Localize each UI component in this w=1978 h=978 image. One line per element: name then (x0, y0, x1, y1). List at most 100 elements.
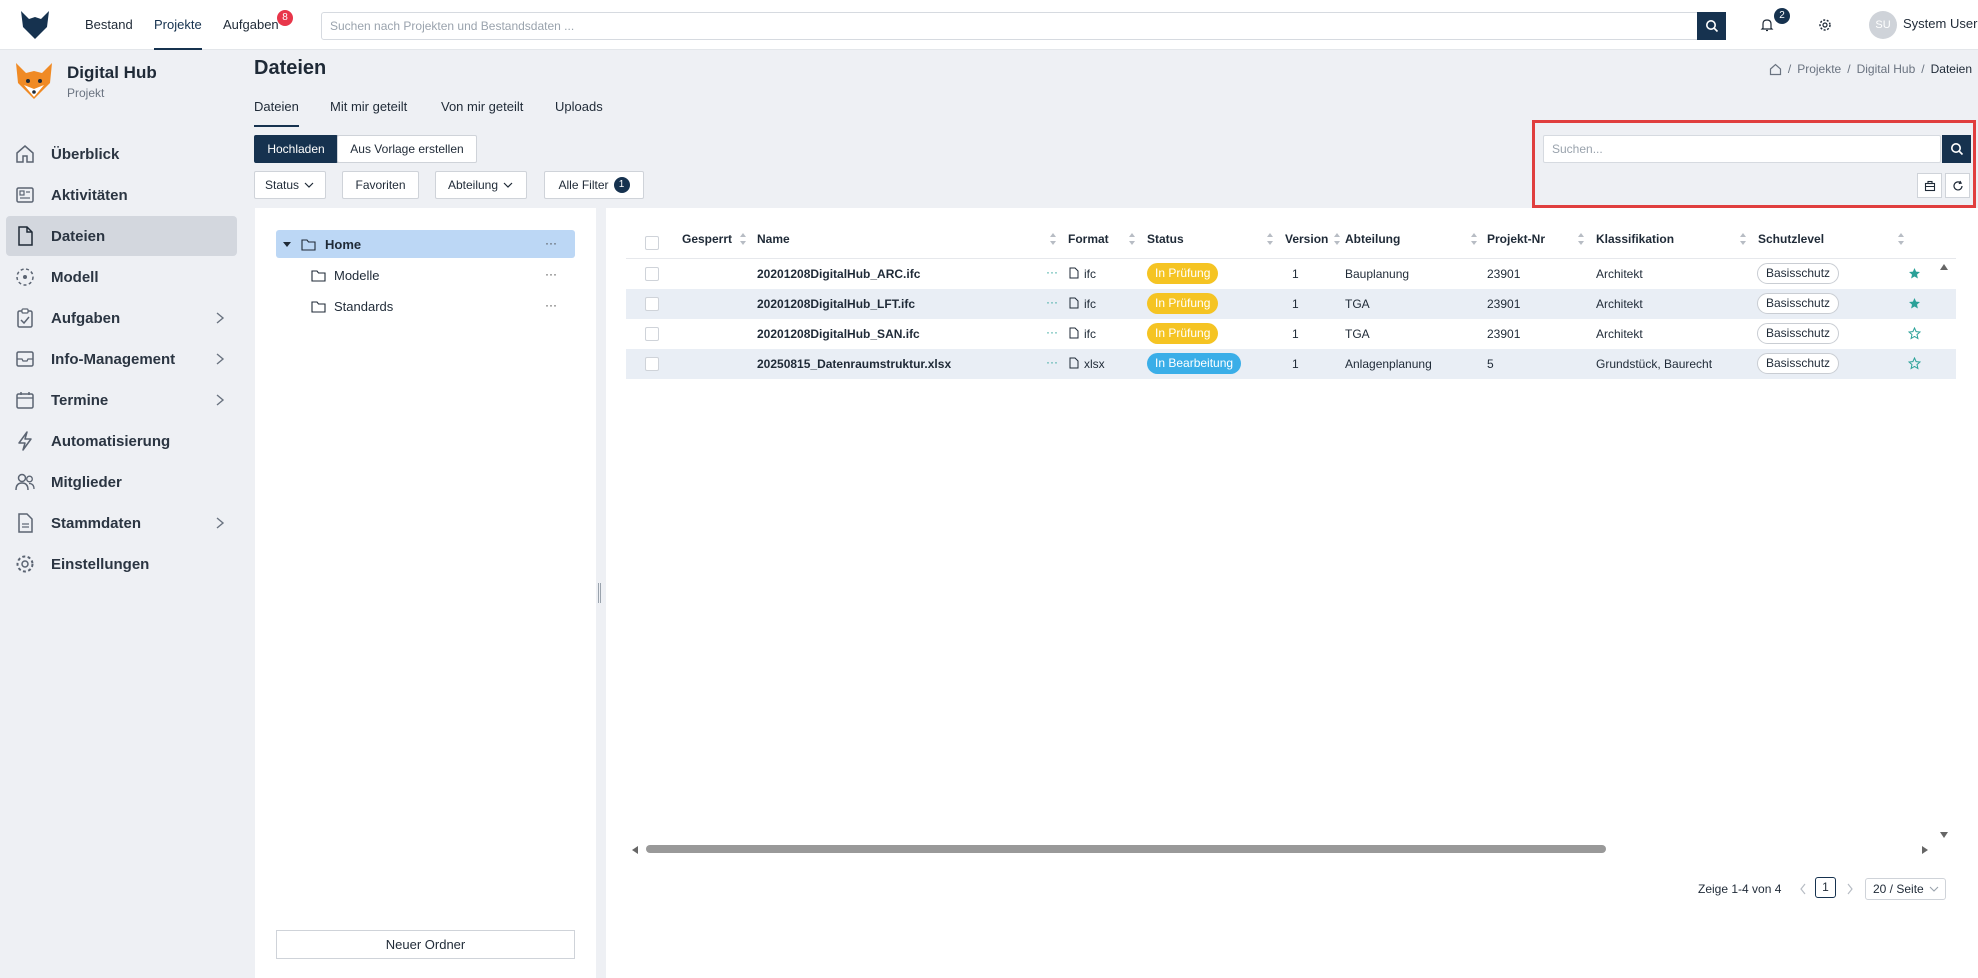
sidebar-item-ueberblick[interactable]: Überblick (6, 134, 237, 174)
row-checkbox[interactable] (645, 357, 659, 371)
tab-uploads[interactable]: Uploads (555, 99, 603, 127)
prev-page-icon[interactable] (1799, 883, 1807, 895)
file-name[interactable]: 20250815_Datenraumstruktur.xlsx (757, 357, 951, 371)
sidebar-item-stammdaten[interactable]: Stammdaten (6, 503, 237, 543)
sidebar-item-dateien[interactable]: Dateien (6, 216, 237, 256)
file-classification: Architekt (1596, 267, 1643, 281)
export-button[interactable] (1917, 173, 1942, 198)
star-filled-icon[interactable] (1908, 297, 1921, 310)
row-checkbox[interactable] (645, 327, 659, 341)
sort-icon[interactable] (1333, 232, 1341, 246)
file-icon (1069, 267, 1079, 279)
tab-mit-mir-geteilt[interactable]: Mit mir geteilt (330, 99, 407, 127)
status-filter[interactable]: Status (254, 171, 326, 199)
table-row[interactable]: 20201208DigitalHub_LFT.ifc ··· ifc In Pr… (626, 289, 1956, 319)
global-search-button[interactable] (1697, 12, 1726, 40)
topnav-projekte[interactable]: Projekte (154, 0, 202, 50)
sort-icon[interactable] (1049, 232, 1057, 246)
table-row[interactable]: 20201208DigitalHub_ARC.ifc ··· ifc In Pr… (626, 259, 1956, 289)
sidebar-item-aktivitaeten[interactable]: Aktivitäten (6, 175, 237, 215)
select-all-checkbox[interactable] (645, 236, 659, 250)
row-more-icon[interactable]: ··· (1046, 265, 1058, 279)
topnav-aufgaben[interactable]: Aufgaben (223, 0, 279, 50)
sidebar-item-info-management[interactable]: Info-Management (6, 339, 237, 379)
next-page-icon[interactable] (1846, 883, 1854, 895)
sidebar-item-termine[interactable]: Termine (6, 380, 237, 420)
breadcrumb-digital-hub[interactable]: Digital Hub (1857, 62, 1916, 76)
project-fox-logo-icon (16, 63, 52, 99)
tab-dateien[interactable]: Dateien (254, 99, 299, 127)
sort-icon[interactable] (1128, 232, 1136, 246)
table-row[interactable]: 20250815_Datenraumstruktur.xlsx ··· xlsx… (626, 349, 1956, 379)
folder-home[interactable]: Home ··· (276, 230, 575, 258)
topnav-bestand[interactable]: Bestand (85, 0, 133, 50)
row-checkbox[interactable] (645, 267, 659, 281)
create-from-template-button[interactable]: Aus Vorlage erstellen (337, 135, 477, 163)
star-outline-icon[interactable] (1908, 327, 1921, 340)
column-header-projekt-nr[interactable]: Projekt-Nr (1487, 232, 1545, 246)
project-subtitle: Projekt (67, 86, 105, 100)
new-folder-button[interactable]: Neuer Ordner (276, 930, 575, 959)
sidebar-item-mitglieder[interactable]: Mitglieder (6, 462, 237, 502)
page-size-select[interactable]: 20 / Seite (1865, 878, 1946, 900)
column-header-klassifikation[interactable]: Klassifikation (1596, 232, 1674, 246)
horizontal-scrollbar[interactable] (646, 845, 1606, 853)
row-more-icon[interactable]: ··· (1046, 325, 1058, 339)
row-more-icon[interactable]: ··· (1046, 355, 1058, 369)
upload-button[interactable]: Hochladen (254, 135, 338, 163)
department-filter[interactable]: Abteilung (435, 171, 527, 199)
scroll-down-arrow-icon[interactable] (1939, 831, 1949, 839)
sidebar-item-modell[interactable]: Modell (6, 257, 237, 297)
scroll-right-arrow-icon[interactable] (1921, 845, 1929, 855)
scroll-up-arrow-icon[interactable] (1939, 263, 1949, 271)
sidebar-item-automatisierung[interactable]: Automatisierung (6, 421, 237, 461)
sort-icon[interactable] (1739, 232, 1747, 246)
chevron-right-icon (216, 353, 225, 365)
column-header-gesperrt[interactable]: Gesperrt (682, 232, 732, 246)
settings-button[interactable] (1815, 15, 1835, 35)
star-outline-icon[interactable] (1908, 357, 1921, 370)
column-header-status[interactable]: Status (1147, 232, 1184, 246)
breadcrumb-projekte[interactable]: Projekte (1797, 62, 1841, 76)
file-search-button[interactable] (1942, 135, 1971, 163)
file-department: TGA (1345, 297, 1370, 311)
sort-icon[interactable] (1470, 232, 1478, 246)
column-header-version[interactable]: Version (1285, 232, 1328, 246)
column-header-name[interactable]: Name (757, 232, 790, 246)
home-icon[interactable] (1769, 63, 1782, 76)
folder-modelle[interactable]: Modelle ··· (276, 261, 575, 289)
folder-standards[interactable]: Standards ··· (276, 292, 575, 320)
sidebar-item-aufgaben[interactable]: Aufgaben (6, 298, 237, 338)
page-number-current[interactable]: 1 (1815, 877, 1836, 898)
column-header-abteilung[interactable]: Abteilung (1345, 232, 1400, 246)
fox-logo-icon[interactable] (18, 8, 52, 42)
global-search-input[interactable] (322, 13, 1725, 39)
user-name[interactable]: System User (1903, 16, 1977, 31)
panel-resize-handle[interactable] (598, 583, 601, 603)
sort-icon[interactable] (1577, 232, 1585, 246)
row-more-icon[interactable]: ··· (1046, 295, 1058, 309)
tab-von-mir-geteilt[interactable]: Von mir geteilt (441, 99, 523, 127)
status-filter-label: Status (264, 178, 300, 192)
folder-more-icon[interactable]: ··· (545, 298, 557, 312)
avatar[interactable]: SU (1869, 11, 1897, 39)
file-name[interactable]: 20201208DigitalHub_SAN.ifc (757, 327, 920, 341)
refresh-button[interactable] (1945, 173, 1970, 198)
table-row[interactable]: 20201208DigitalHub_SAN.ifc ··· ifc In Pr… (626, 319, 1956, 349)
file-name[interactable]: 20201208DigitalHub_LFT.ifc (757, 297, 915, 311)
star-filled-icon[interactable] (1908, 267, 1921, 280)
row-checkbox[interactable] (645, 297, 659, 311)
folder-more-icon[interactable]: ··· (545, 236, 557, 250)
sidebar-item-einstellungen[interactable]: Einstellungen (6, 544, 237, 584)
file-search-input[interactable] (1544, 136, 1940, 162)
scroll-left-arrow-icon[interactable] (631, 845, 639, 855)
column-header-format[interactable]: Format (1068, 232, 1109, 246)
file-name[interactable]: 20201208DigitalHub_ARC.ifc (757, 267, 920, 281)
sort-icon[interactable] (739, 232, 747, 246)
folder-more-icon[interactable]: ··· (545, 267, 557, 281)
sort-icon[interactable] (1266, 232, 1274, 246)
sort-icon[interactable] (1897, 232, 1905, 246)
favorites-filter[interactable]: Favoriten (342, 171, 419, 199)
all-filters-button[interactable]: Alle Filter 1 (544, 171, 644, 199)
column-header-schutzlevel[interactable]: Schutzlevel (1758, 232, 1824, 246)
